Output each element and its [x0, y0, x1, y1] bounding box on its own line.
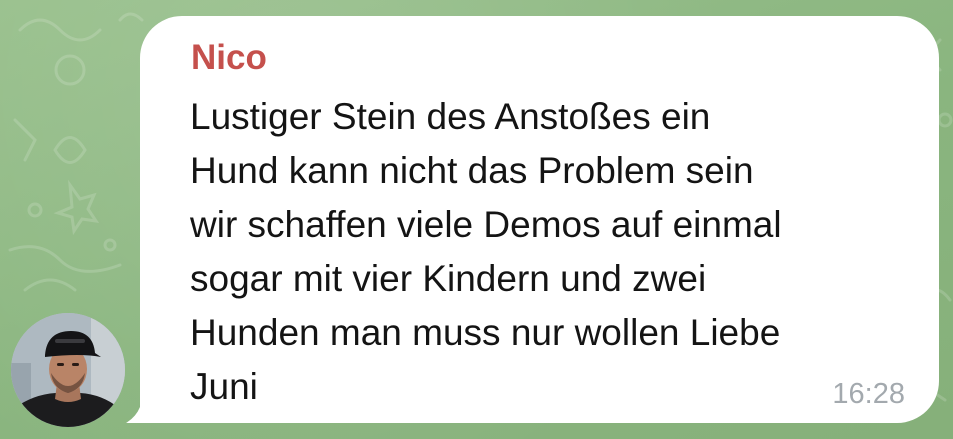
- sender-name[interactable]: Nico: [191, 38, 267, 78]
- message-timestamp: 16:28: [832, 378, 905, 410]
- sender-avatar[interactable]: [11, 313, 125, 427]
- message-text: Lustiger Stein des Anstoßes ein Hund kan…: [190, 96, 782, 407]
- user-photo-avatar-icon: [11, 313, 125, 427]
- message-bubble[interactable]: Nico Lustiger Stein des Anstoßes ein Hun…: [140, 16, 939, 423]
